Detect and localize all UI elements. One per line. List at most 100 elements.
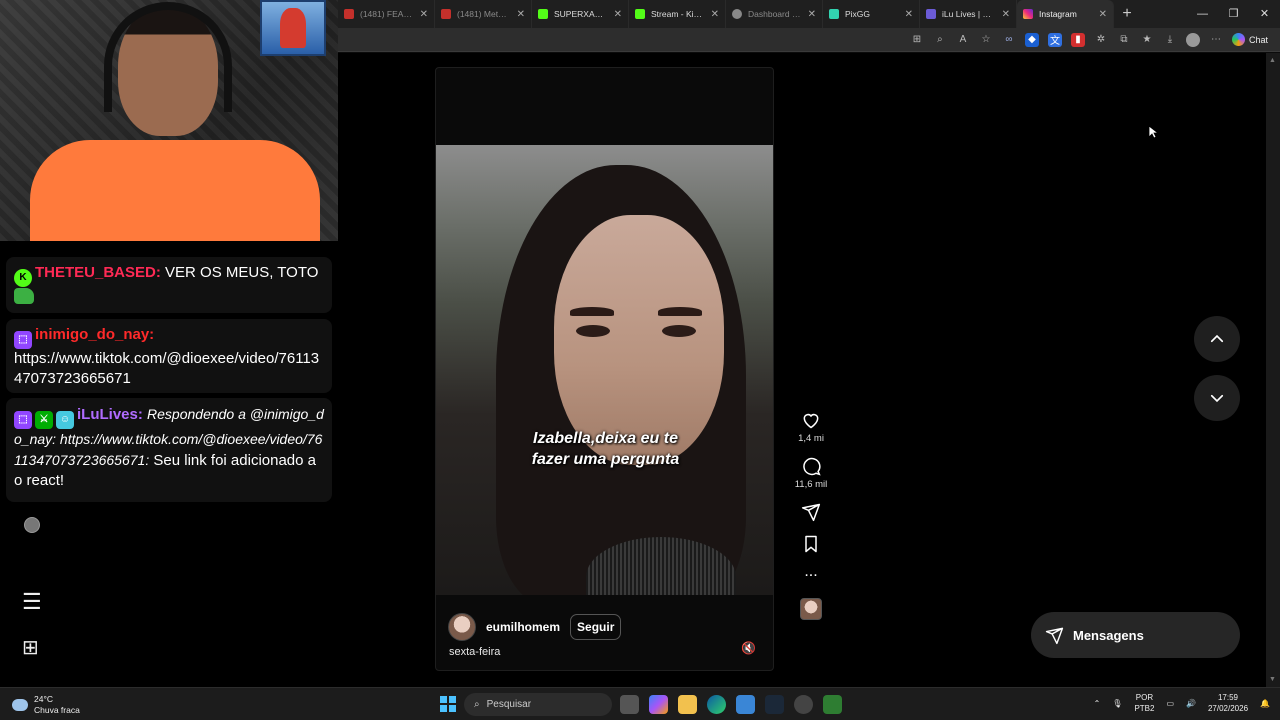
video-brow [658,307,702,316]
extensions-puzzle-icon[interactable]: ✲ [1094,33,1108,47]
author-avatar[interactable] [448,613,476,641]
mouse-cursor-icon [1148,125,1158,139]
weather-temp: 24°C [34,694,53,704]
clock-time: 17:59 [1217,693,1239,702]
new-tab-button[interactable]: + [1114,5,1140,23]
extension-glasses-icon[interactable]: ∞ [1002,33,1016,47]
tab-7[interactable]: iLu Lives | React ✕ [920,0,1017,28]
close-icon[interactable]: ✕ [420,9,428,20]
app-available-icon[interactable]: ⊞ [910,33,924,47]
chat-label: Chat [1248,34,1268,45]
follow-button[interactable]: Seguir [570,614,622,640]
close-icon[interactable]: ✕ [711,9,719,20]
steam-icon[interactable] [765,695,784,714]
messages-button[interactable]: Mensagens [1031,612,1240,658]
more-options-button[interactable]: ... [804,564,817,580]
save-button[interactable] [801,534,821,554]
volume-icon[interactable]: 🔊 [1186,699,1196,708]
weather-widget[interactable]: 24°C Chuva fraca [12,694,80,716]
youtube-favicon-icon [344,9,354,19]
share-button[interactable] [801,502,821,522]
profile-avatar-icon[interactable] [1185,32,1200,47]
scroll-up-icon[interactable]: ▲ [1269,57,1276,64]
grid-apps-icon[interactable]: ⊞ [22,635,39,660]
tab-3[interactable]: SUPERXANDAO S ✕ [532,0,629,28]
chat-username: iLuLives: [77,406,143,423]
messages-label: Mensagens [1073,627,1144,643]
copilot-chat-button[interactable]: Chat [1231,33,1268,46]
edge-icon[interactable] [707,695,726,714]
video-brow [570,307,614,316]
tab-4[interactable]: Stream - Kick Da ✕ [629,0,726,28]
photos-icon[interactable] [736,695,755,714]
close-icon[interactable]: ✕ [517,9,525,20]
next-reel-button[interactable] [1194,375,1240,421]
translate-extension-icon[interactable]: 文 [1047,32,1062,47]
reel-author: eumilhomem Seguir [448,613,622,641]
stream-chat: K THETEU_BASED: VER OS MEUS, TOTO ⬚ inimig… [0,241,338,687]
file-explorer-icon[interactable] [678,695,697,714]
favorite-star-icon[interactable]: ☆ [979,33,993,47]
split-screen-icon[interactable]: ⧉ [1117,33,1131,47]
close-icon[interactable]: ✕ [614,9,622,20]
app-green-icon[interactable] [823,695,842,714]
minimize-button[interactable]: — [1187,0,1218,28]
reel-video[interactable]: Izabella,deixa eu te fazer uma pergunta [436,145,773,595]
hamburger-menu-icon[interactable]: ☰ [22,589,42,615]
twitch-badge-icon: ⬚ [14,411,32,429]
task-view-icon[interactable] [620,695,639,714]
taskbar-search[interactable]: ⌕ Pesquisar [464,693,612,716]
reel-card: Izabella,deixa eu te fazer uma pergunta … [435,67,774,671]
close-icon[interactable]: ✕ [808,9,816,20]
read-aloud-icon[interactable]: A [956,33,970,47]
like-count: 1,4 mi [798,433,824,444]
webcam-overlay [0,0,338,241]
tab-label: Dashboard - Liv [748,9,802,19]
chat-message: ⬚ ⚔ ☺ iLuLives: Respondendo a @inimigo_do_n… [6,398,332,502]
tab-5[interactable]: Dashboard - Liv ✕ [726,0,823,28]
tray-expand-icon[interactable]: ⌃ [1094,699,1101,708]
extension-shield-icon[interactable]: ◆ [1024,32,1039,47]
tab-1[interactable]: (1481) FEAR THE ✕ [338,0,435,28]
weather-desc: Chuva fraca [34,705,80,715]
chat-user-avatar [24,517,40,533]
page-scrollbar[interactable]: ▲ ▼ [1266,53,1280,687]
tab-label: iLu Lives | React [942,9,996,19]
comment-count: 11,6 mil [794,479,828,490]
network-icon[interactable]: ▭ [1166,699,1174,708]
share-icon [801,503,821,522]
start-button[interactable] [440,696,456,712]
close-window-button[interactable]: ✕ [1249,0,1280,28]
favorites-icon[interactable]: ★ [1140,33,1154,47]
extension-red-icon[interactable]: ▮ [1070,32,1085,47]
comment-icon [803,457,821,476]
more-menu-icon[interactable]: ⋯ [1209,33,1223,47]
chat-username: inimigo_do_nay: [35,326,155,343]
microphone-icon[interactable]: 🎙 [1112,699,1122,708]
author-username[interactable]: eumilhomem [486,620,560,634]
audio-avatar[interactable] [800,598,822,620]
comment-button[interactable]: 11,6 mil [794,456,828,490]
notification-bell-icon[interactable]: 🔔 [1260,699,1270,708]
tab-6[interactable]: PixGG ✕ [823,0,920,28]
language-indicator[interactable]: POR PTB2 [1134,692,1154,714]
downloads-icon[interactable]: ⤓ [1163,33,1177,47]
lang-line-2: PTB2 [1134,704,1155,713]
close-icon[interactable]: ✕ [1002,9,1010,20]
previous-reel-button[interactable] [1194,316,1240,362]
clock[interactable]: 17:59 27/02/2026 [1208,692,1248,714]
maximize-button[interactable]: ❐ [1218,0,1249,28]
instagram-page: Izabella,deixa eu te fazer uma pergunta … [338,53,1266,687]
tab-instagram[interactable]: Instagram ✕ [1017,0,1114,28]
tab-2[interactable]: (1481) Metal Ins ✕ [435,0,532,28]
mute-icon[interactable]: 🔇 [741,641,756,655]
video-eye [576,325,610,337]
like-button[interactable]: 1,4 mi [798,410,824,444]
scroll-down-icon[interactable]: ▼ [1269,676,1276,683]
copilot-app-icon[interactable] [649,695,668,714]
obs-icon[interactable] [794,695,813,714]
instagram-favicon-icon [1023,9,1033,19]
close-icon[interactable]: ✕ [905,9,913,20]
zoom-icon[interactable]: ⌕ [933,33,947,47]
close-icon[interactable]: ✕ [1099,9,1107,20]
